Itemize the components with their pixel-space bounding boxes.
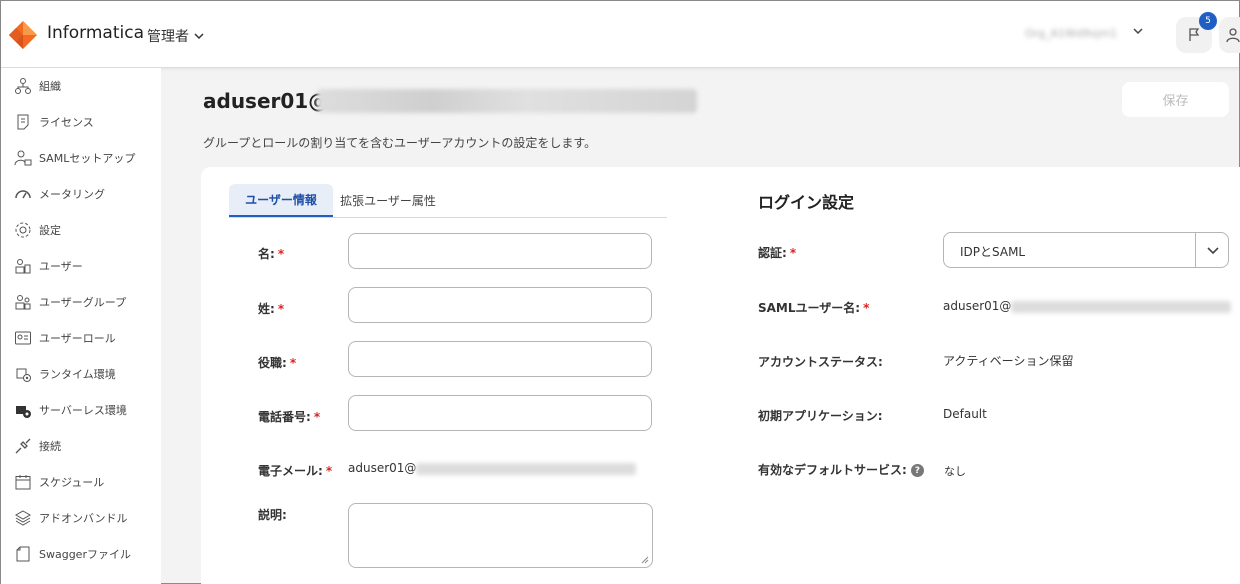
email-label: 電子メール: *: [258, 464, 333, 478]
chevron-down-icon[interactable]: [1204, 241, 1222, 259]
initial-app-label: 初期アプリケーション:: [758, 409, 883, 423]
sidebar-item-schedule[interactable]: スケジュール: [1, 464, 161, 500]
account-status-value: アクティベーション保留: [943, 354, 1074, 368]
addon-bundle-icon: [13, 508, 33, 528]
auth-label: 認証: *: [758, 246, 797, 260]
required-mark: *: [277, 302, 285, 316]
informatica-logo-icon: [9, 21, 37, 49]
sidebar-item-label: SAMLセットアップ: [39, 152, 136, 165]
tab-user-info[interactable]: ユーザー情報: [229, 184, 333, 217]
sidebar-item-metering[interactable]: メータリング: [1, 176, 161, 212]
saml-user-value: aduser01@: [943, 299, 1232, 313]
last-name-input[interactable]: [348, 287, 652, 323]
sidebar-item-user-roles[interactable]: ユーザーロール: [1, 320, 161, 356]
sidebar: 組織 ライセンス SAMLセットアップ メータリング 設定 ユーザー ユーザーグ…: [1, 68, 161, 584]
required-mark: *: [325, 464, 333, 478]
sidebar-item-label: 接続: [39, 440, 61, 453]
resize-handle-icon[interactable]: [639, 554, 649, 564]
required-mark: *: [789, 246, 797, 260]
sidebar-item-label: メータリング: [39, 188, 105, 201]
swagger-file-icon: [13, 544, 33, 564]
chevron-down-icon: [194, 33, 204, 40]
notification-count-badge: 5: [1199, 12, 1217, 30]
save-button[interactable]: 保存: [1122, 82, 1229, 117]
users-icon: [13, 256, 33, 276]
user-menu-button[interactable]: [1219, 17, 1240, 53]
top-bar: Informatica 管理者 Org_A1Wd9xjm1 5: [1, 1, 1240, 68]
sidebar-item-addon-bundle[interactable]: アドオンバンドル: [1, 500, 161, 536]
sidebar-item-label: ユーザーロール: [39, 332, 116, 345]
select-divider: [1195, 233, 1196, 267]
sidebar-item-serverless-environment[interactable]: サーバーレス環境: [1, 392, 161, 428]
page-title: aduser01@: [203, 89, 329, 113]
flag-icon: [1189, 28, 1200, 41]
tab-bar: ユーザー情報 拡張ユーザー属性: [229, 184, 667, 218]
sidebar-item-swagger-file[interactable]: Swaggerファイル: [1, 536, 161, 572]
organization-icon: [13, 76, 33, 96]
job-title-input[interactable]: [348, 341, 652, 377]
login-settings-title: ログイン設定: [758, 193, 855, 212]
sidebar-item-label: 設定: [39, 224, 61, 237]
initial-app-value: Default: [943, 407, 987, 421]
description-textarea[interactable]: [348, 503, 653, 568]
sidebar-item-label: アドオンバンドル: [39, 512, 128, 525]
tab-extended-attributes[interactable]: 拡張ユーザー属性: [333, 184, 443, 217]
required-mark: *: [277, 247, 285, 261]
sidebar-item-label: ユーザー: [39, 260, 83, 273]
account-status-label: アカウントステータス:: [758, 355, 883, 369]
redacted-saml-domain: [1011, 300, 1232, 313]
org-name[interactable]: Org_A1Wd9xjm1: [1025, 27, 1117, 40]
description-label: 説明:: [258, 508, 287, 522]
first-name-input[interactable]: [348, 233, 652, 269]
user-roles-icon: [13, 328, 33, 348]
user-icon: [1226, 28, 1240, 43]
serverless-environment-icon: [13, 400, 33, 420]
sidebar-item-label: Swaggerファイル: [39, 548, 131, 561]
sidebar-item-runtime-environment[interactable]: ランタイム環境: [1, 356, 161, 392]
role-menu[interactable]: 管理者: [147, 26, 205, 46]
auth-select-value: IDPとSAML: [960, 245, 1026, 259]
sidebar-item-label: 組織: [39, 80, 61, 93]
sidebar-item-connections[interactable]: 接続: [1, 428, 161, 464]
sidebar-item-label: ライセンス: [39, 116, 94, 129]
required-mark: *: [289, 356, 297, 370]
saml-setup-icon: [13, 148, 33, 168]
org-chevron-down-icon[interactable]: [1132, 25, 1144, 37]
settings-icon: [13, 220, 33, 240]
sidebar-item-user-groups[interactable]: ユーザーグループ: [1, 284, 161, 320]
required-mark: *: [863, 301, 870, 315]
license-icon: [13, 112, 33, 132]
required-mark: *: [313, 410, 321, 424]
connections-icon: [13, 436, 33, 456]
metering-icon: [13, 184, 33, 204]
help-icon[interactable]: ?: [910, 464, 924, 477]
sidebar-item-label: ユーザーグループ: [39, 296, 127, 309]
saml-user-label: SAMLユーザー名: *: [758, 301, 870, 315]
redacted-email-domain: [317, 89, 697, 117]
runtime-environment-icon: [13, 364, 33, 384]
job-title-label: 役職: *: [258, 356, 297, 370]
sidebar-item-label: スケジュール: [39, 476, 105, 489]
sidebar-item-license[interactable]: ライセンス: [1, 104, 161, 140]
default-service-label: 有効なデフォルトサービス:?: [758, 461, 924, 478]
sidebar-item-saml-setup[interactable]: SAMLセットアップ: [1, 140, 161, 176]
user-groups-icon: [13, 292, 33, 312]
brand-name: Informatica: [47, 23, 144, 43]
email-value: aduser01@: [348, 461, 637, 475]
sidebar-item-organization[interactable]: 組織: [1, 68, 161, 104]
sidebar-item-label: ランタイム環境: [39, 368, 116, 381]
phone-label: 電話番号: *: [258, 410, 321, 424]
sidebar-item-settings[interactable]: 設定: [1, 212, 161, 248]
sidebar-item-label: サーバーレス環境: [39, 404, 127, 417]
sidebar-item-users[interactable]: ユーザー: [1, 248, 161, 284]
redacted-email-domain: [416, 462, 637, 475]
page-subtitle: グループとロールの割り当てを含むユーザーアカウントの設定をします。: [203, 136, 597, 150]
first-name-label: 名: *: [258, 247, 285, 261]
role-menu-label: 管理者: [147, 29, 189, 45]
schedule-icon: [13, 472, 33, 492]
phone-input[interactable]: [348, 395, 652, 431]
auth-select[interactable]: IDPとSAML: [943, 232, 1229, 268]
default-service-value: なし: [944, 465, 966, 478]
last-name-label: 姓: *: [258, 302, 285, 316]
